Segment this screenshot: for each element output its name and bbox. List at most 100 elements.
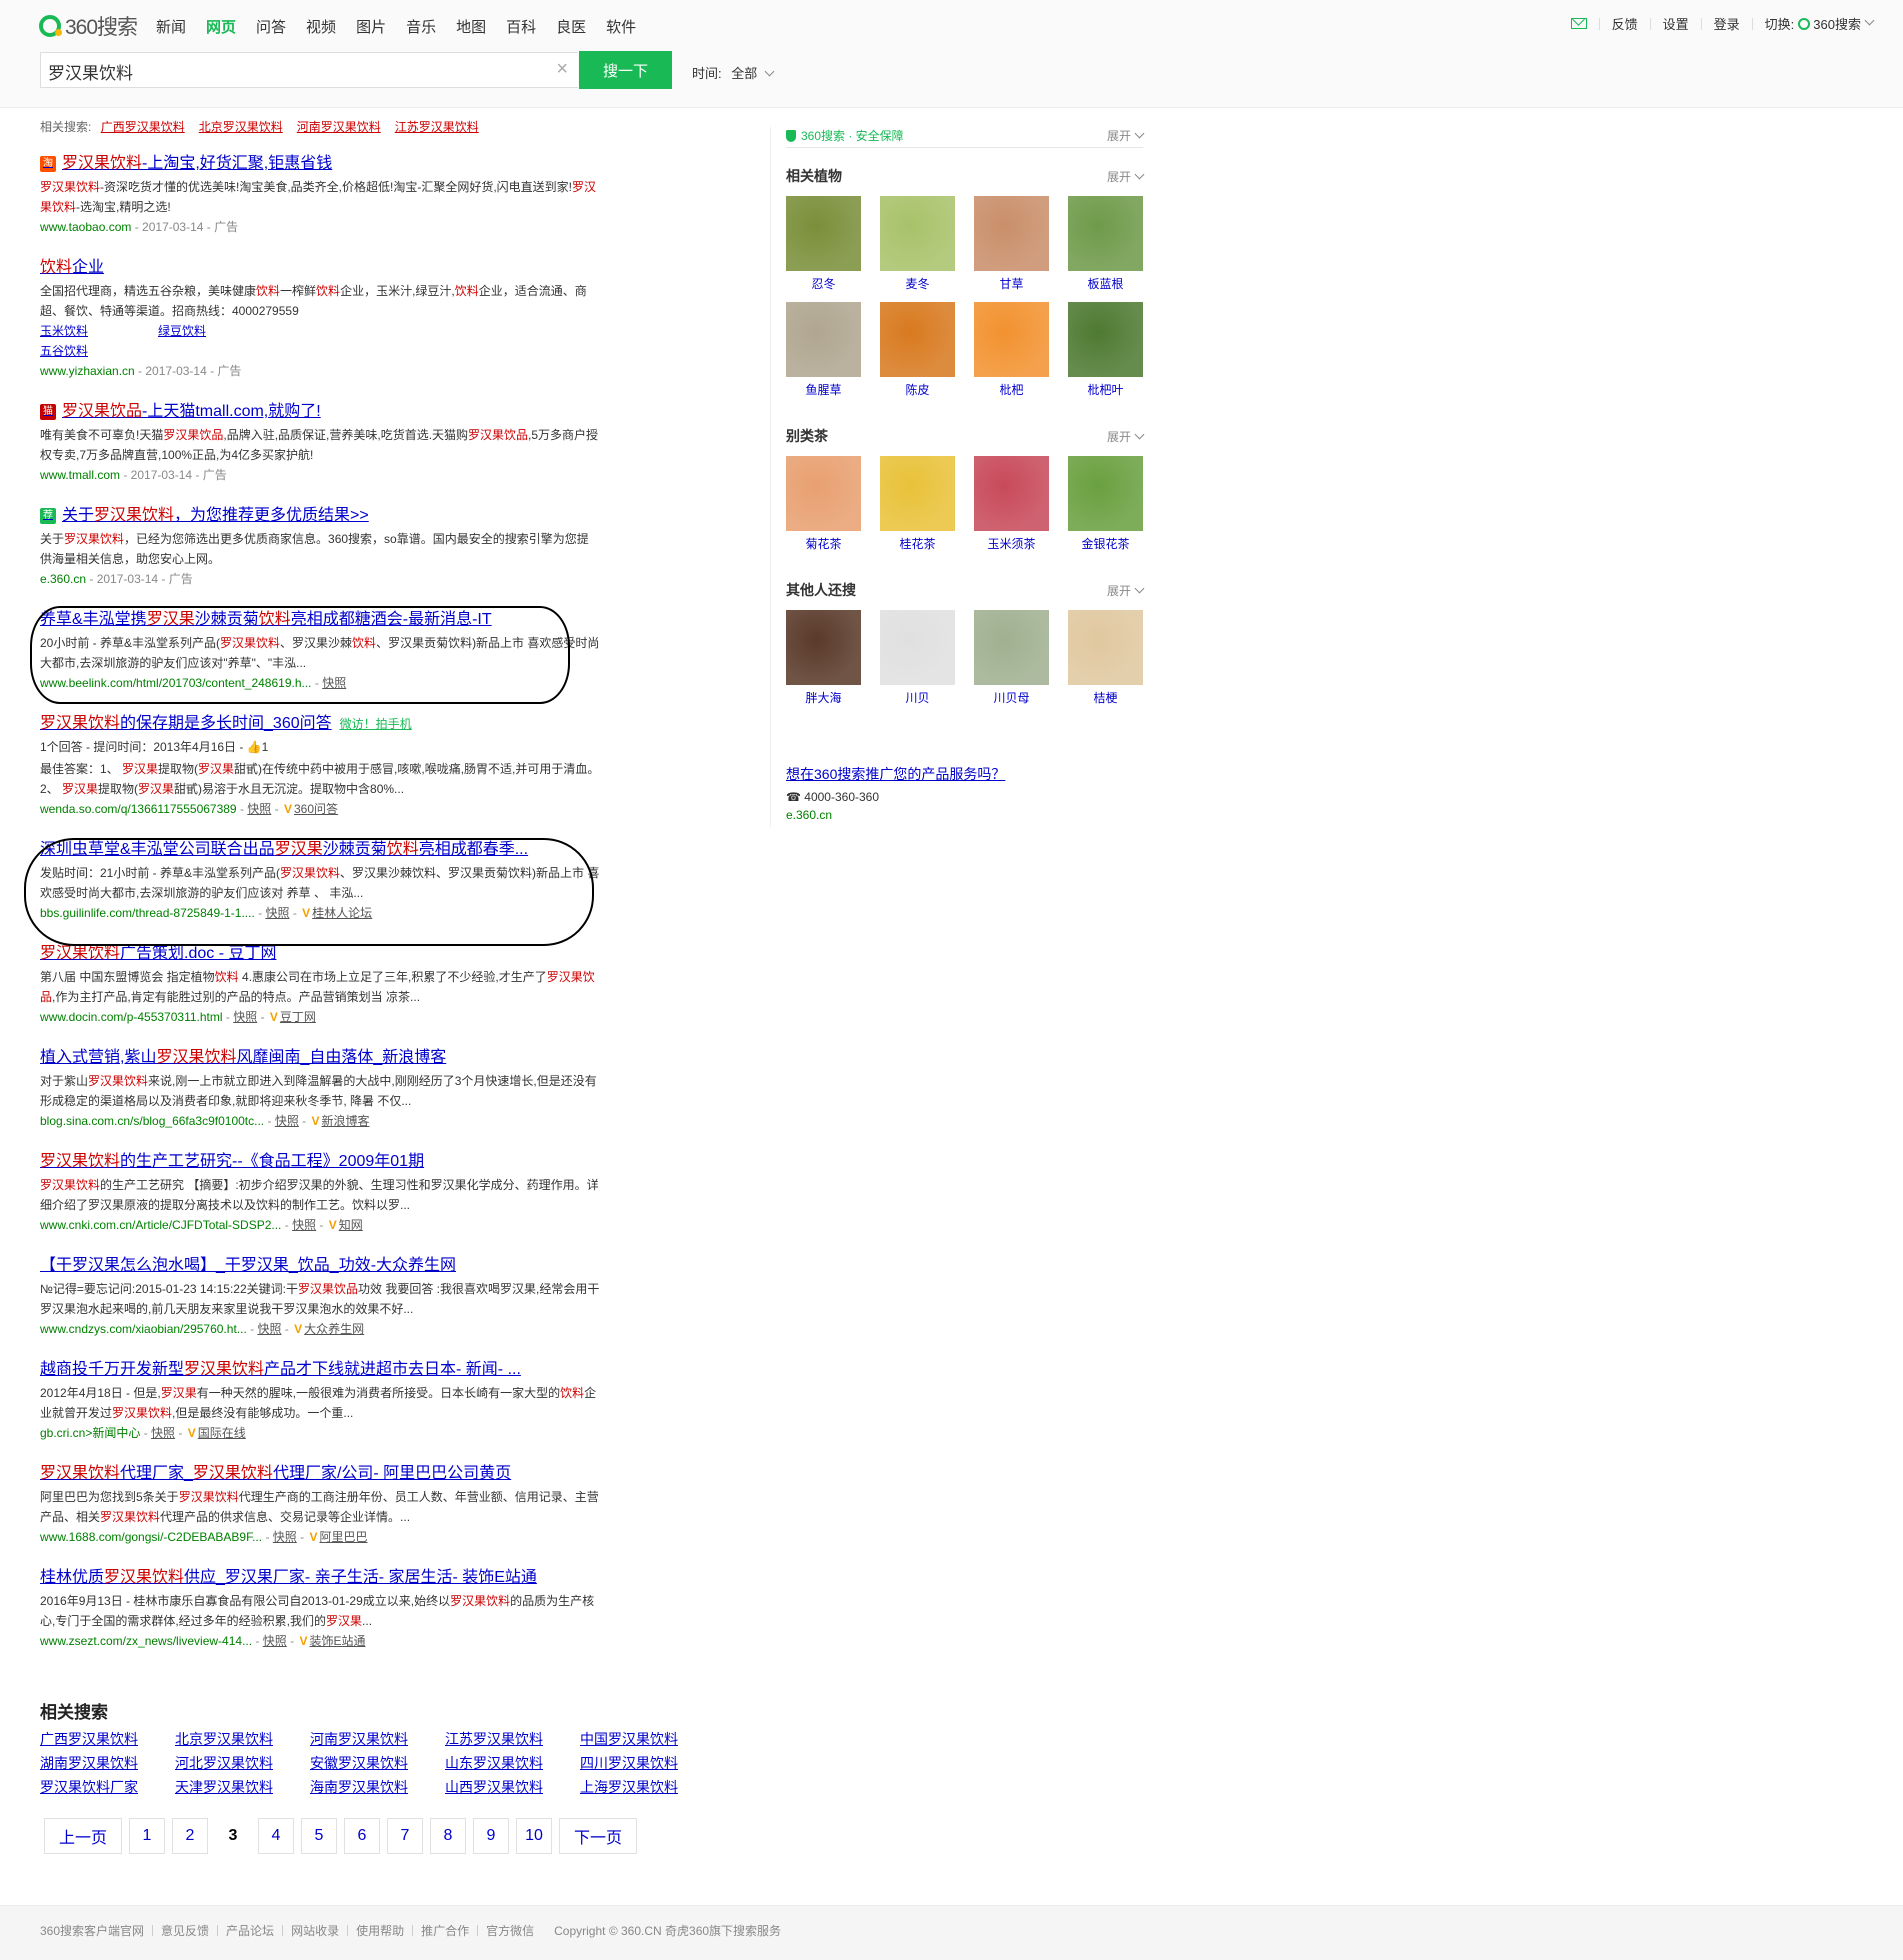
related-bottom-link[interactable]: 北京罗汉果饮料 [175,1729,310,1749]
sidebar-card[interactable]: 甘草 [974,196,1049,292]
result-title-text[interactable]: 植入式营销,紫山罗汉果饮料风靡闽南_自由落体_新浪博客 [40,1047,446,1069]
card-label[interactable]: 玉米须茶 [974,536,1049,552]
nav-item-2[interactable]: 问答 [256,16,286,37]
sidebar-card[interactable]: 胖大海 [786,610,861,706]
nav-item-8[interactable]: 良医 [556,16,586,37]
expand-link[interactable]: 展开 [1107,168,1145,185]
card-label[interactable]: 鱼腥草 [786,382,861,398]
result-title[interactable]: 深圳虫草堂&丰泓堂公司联合出品罗汉果沙棘贡菊饮料亮相成都春季... [40,839,600,861]
sidebar-card[interactable]: 金银花茶 [1068,456,1143,552]
related-link[interactable]: 河南罗汉果饮料 [297,120,381,134]
settings-link[interactable]: 设置 [1663,14,1689,33]
card-label[interactable]: 川贝母 [974,690,1049,706]
source-link[interactable]: 大众养生网 [304,1322,364,1336]
related-bottom-link[interactable]: 罗汉果饮料厂家 [40,1777,175,1797]
feedback-link[interactable]: 反馈 [1612,14,1638,33]
card-label[interactable]: 桂花茶 [880,536,955,552]
clear-icon[interactable]: × [556,58,568,81]
card-thumbnail[interactable] [786,610,861,685]
card-label[interactable]: 麦冬 [880,276,955,292]
source-link[interactable]: 国际在线 [198,1426,246,1440]
related-bottom-link[interactable]: 天津罗汉果饮料 [175,1777,310,1797]
safe-badge[interactable]: 360搜索 · 安全保障 [786,127,904,144]
snapshot-link[interactable]: 快照 [275,1114,299,1128]
result-url-text[interactable]: wenda.so.com/q/1366117555067389 [40,802,237,816]
result-url-text[interactable]: www.cnki.com.cn/Article/CJFDTotal-SDSP2.… [40,1218,281,1232]
card-thumbnail[interactable] [880,302,955,377]
card-thumbnail[interactable] [786,196,861,271]
card-label[interactable]: 陈皮 [880,382,955,398]
result-title[interactable]: 淘罗汉果饮料-上淘宝,好货汇聚,钜惠省钱 [40,153,600,175]
page-8-button[interactable]: 8 [430,1818,466,1854]
card-thumbnail[interactable] [786,302,861,377]
source-link[interactable]: 豆丁网 [280,1010,316,1024]
expand-link[interactable]: 展开 [1107,582,1145,599]
login-link[interactable]: 登录 [1714,14,1740,33]
source-link[interactable]: 阿里巴巴 [319,1530,367,1544]
result-title[interactable]: 饮料企业 [40,257,600,279]
sidebar-card[interactable]: 菊花茶 [786,456,861,552]
result-url-text[interactable]: www.tmall.com [40,468,120,482]
footer-link[interactable]: 使用帮助 [356,1922,404,1939]
result-title[interactable]: 植入式营销,紫山罗汉果饮料风靡闽南_自由落体_新浪博客 [40,1047,600,1069]
result-url-text[interactable]: e.360.cn [40,572,86,586]
sidebar-card[interactable]: 枇杷 [974,302,1049,398]
sidebar-card[interactable]: 玉米须茶 [974,456,1049,552]
source-link[interactable]: 新浪博客 [322,1114,370,1128]
card-label[interactable]: 菊花茶 [786,536,861,552]
snapshot-link[interactable]: 快照 [151,1426,175,1440]
footer-link[interactable]: 360搜索客户端官网 [40,1922,144,1939]
result-sublink[interactable]: 玉米饮料 [40,321,88,341]
card-label[interactable]: 枇杷叶 [1068,382,1143,398]
nav-item-9[interactable]: 软件 [606,16,636,37]
result-title-text[interactable]: 罗汉果饮料代理厂家_罗汉果饮料代理厂家/公司- 阿里巴巴公司黄页 [40,1463,511,1485]
mail-icon[interactable] [1570,18,1587,29]
page-6-button[interactable]: 6 [344,1818,380,1854]
nav-item-5[interactable]: 音乐 [406,16,436,37]
card-thumbnail[interactable] [974,302,1049,377]
result-title-text[interactable]: 罗汉果饮料的生产工艺研究--《食品工程》2009年01期 [40,1151,424,1173]
snapshot-link[interactable]: 快照 [292,1218,316,1232]
related-link[interactable]: 广西罗汉果饮料 [101,120,185,134]
source-link[interactable]: 360问答 [294,802,338,816]
result-title[interactable]: 桂林优质罗汉果饮料供应_罗汉果厂家- 亲子生活- 家居生活- 装饰E站通 [40,1567,600,1589]
card-thumbnail[interactable] [1068,302,1143,377]
footer-link[interactable]: 意见反馈 [161,1922,209,1939]
result-url-text[interactable]: www.taobao.com [40,220,131,234]
prev-page-button[interactable]: 上一页 [44,1818,122,1854]
related-bottom-link[interactable]: 江苏罗汉果饮料 [445,1729,580,1749]
sidebar-card[interactable]: 鱼腥草 [786,302,861,398]
sidebar-card[interactable]: 川贝母 [974,610,1049,706]
result-sublink[interactable]: 绿豆饮料 [158,321,206,341]
result-title[interactable]: 罗汉果饮料代理厂家_罗汉果饮料代理厂家/公司- 阿里巴巴公司黄页 [40,1463,600,1485]
result-title-text[interactable]: 养草&丰泓堂携罗汉果沙棘贡菊饮料亮相成都糖酒会-最新消息-IT [40,609,492,631]
related-link[interactable]: 江苏罗汉果饮料 [395,120,479,134]
sidebar-card[interactable]: 桔梗 [1068,610,1143,706]
nav-item-1[interactable]: 网页 [206,16,236,37]
expand-link[interactable]: 展开 [1107,428,1145,445]
footer-link[interactable]: 官方微信 [486,1922,534,1939]
card-thumbnail[interactable] [974,610,1049,685]
result-title-text[interactable]: 饮料企业 [40,257,104,279]
result-title[interactable]: 猫罗汉果饮品-上天猫tmall.com,就购了! [40,401,600,423]
card-label[interactable]: 忍冬 [786,276,861,292]
page-10-button[interactable]: 10 [516,1818,552,1854]
result-title[interactable]: 罗汉果饮料的生产工艺研究--《食品工程》2009年01期 [40,1151,600,1173]
search-input[interactable] [41,53,535,89]
nav-item-4[interactable]: 图片 [356,16,386,37]
result-title-text[interactable]: 罗汉果饮品-上天猫tmall.com,就购了! [62,401,321,423]
snapshot-link[interactable]: 快照 [273,1530,297,1544]
logo[interactable]: 360搜索 [39,11,138,41]
promo-url[interactable]: e.360.cn [786,808,1143,822]
result-title[interactable]: 罗汉果饮料广告策划.doc - 豆丁网 [40,943,600,965]
card-thumbnail[interactable] [974,196,1049,271]
card-label[interactable]: 板蓝根 [1068,276,1143,292]
related-bottom-link[interactable]: 中国罗汉果饮料 [580,1729,715,1749]
result-url-text[interactable]: www.yizhaxian.cn [40,364,135,378]
related-bottom-link[interactable]: 海南罗汉果饮料 [310,1777,445,1797]
snapshot-link[interactable]: 快照 [247,802,271,816]
sidebar-card[interactable]: 枇杷叶 [1068,302,1143,398]
source-link[interactable]: 知网 [339,1218,363,1232]
card-thumbnail[interactable] [1068,610,1143,685]
result-title-text[interactable]: 罗汉果饮料-上淘宝,好货汇聚,钜惠省钱 [62,153,332,175]
